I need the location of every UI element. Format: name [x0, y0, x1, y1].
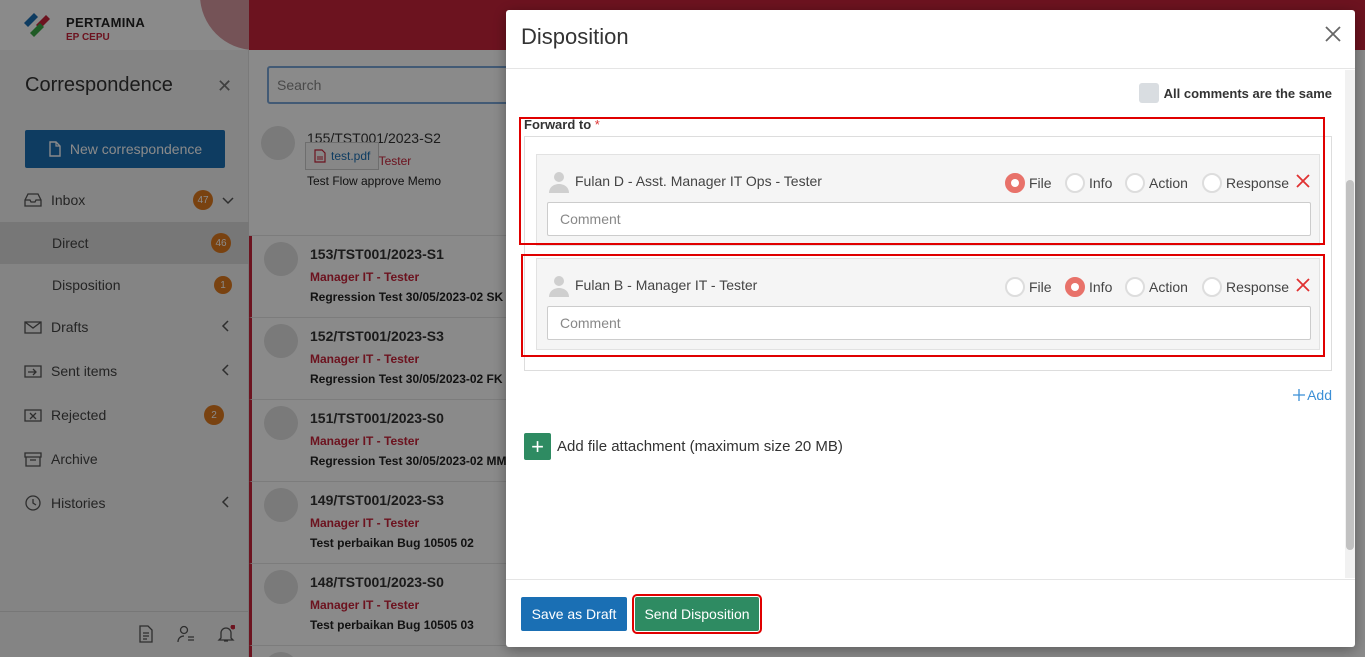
send-disposition-button[interactable]: Send Disposition [632, 594, 762, 634]
add-file-plus-icon[interactable]: + [524, 433, 551, 460]
add-file-attachment[interactable]: + Add file attachment (maximum size 20 M… [524, 433, 843, 460]
radio-action[interactable] [1125, 173, 1145, 193]
same-comments-toggle[interactable]: All comments are the same [1138, 83, 1332, 103]
option-file[interactable]: File [1005, 277, 1052, 297]
close-icon[interactable] [1323, 24, 1343, 44]
forward-to-label: Forward to * [524, 117, 600, 132]
remove-recipient-icon[interactable] [1295, 173, 1311, 189]
radio-info[interactable] [1065, 277, 1085, 297]
radio-response[interactable] [1202, 277, 1222, 297]
option-response[interactable]: Response [1202, 173, 1289, 193]
radio-file[interactable] [1005, 277, 1025, 297]
user-avatar-icon [549, 276, 569, 297]
option-action[interactable]: Action [1125, 277, 1188, 297]
comment-input[interactable]: Comment [547, 202, 1311, 236]
required-mark: * [594, 117, 600, 132]
option-action[interactable]: Action [1125, 173, 1188, 193]
option-file[interactable]: File [1005, 173, 1052, 193]
radio-action[interactable] [1125, 277, 1145, 297]
recipient-name: Fulan B - Manager IT - Tester [575, 277, 758, 293]
option-info[interactable]: Info [1065, 277, 1112, 297]
user-avatar-icon [549, 172, 569, 193]
radio-response[interactable] [1202, 173, 1222, 193]
dialog-footer: Save as Draft Send Disposition [506, 579, 1355, 647]
add-file-label: Add file attachment (maximum size 20 MB) [557, 438, 843, 455]
scrollbar-thumb[interactable] [1346, 180, 1354, 550]
recipient-row: Fulan D - Asst. Manager IT Ops - Tester … [536, 154, 1320, 246]
add-recipient-link[interactable]: Add [1293, 387, 1332, 403]
dialog-title: Disposition [521, 24, 629, 49]
comment-input[interactable]: Comment [547, 306, 1311, 340]
option-response[interactable]: Response [1202, 277, 1289, 297]
forward-to-panel: Fulan D - Asst. Manager IT Ops - Tester … [524, 136, 1332, 371]
save-draft-button[interactable]: Save as Draft [521, 597, 627, 631]
same-comments-checkbox[interactable] [1138, 83, 1159, 103]
plus-icon [1293, 389, 1306, 401]
same-comments-label: All comments are the same [1163, 85, 1332, 101]
radio-file[interactable] [1005, 173, 1025, 193]
radio-info[interactable] [1065, 173, 1085, 193]
disposition-dialog: Disposition All comments are the same Fo… [506, 10, 1355, 647]
remove-recipient-icon[interactable] [1295, 277, 1311, 293]
recipient-row: Fulan B - Manager IT - Tester File Info … [536, 258, 1320, 350]
recipient-name: Fulan D - Asst. Manager IT Ops - Tester [575, 173, 822, 189]
option-info[interactable]: Info [1065, 173, 1112, 193]
